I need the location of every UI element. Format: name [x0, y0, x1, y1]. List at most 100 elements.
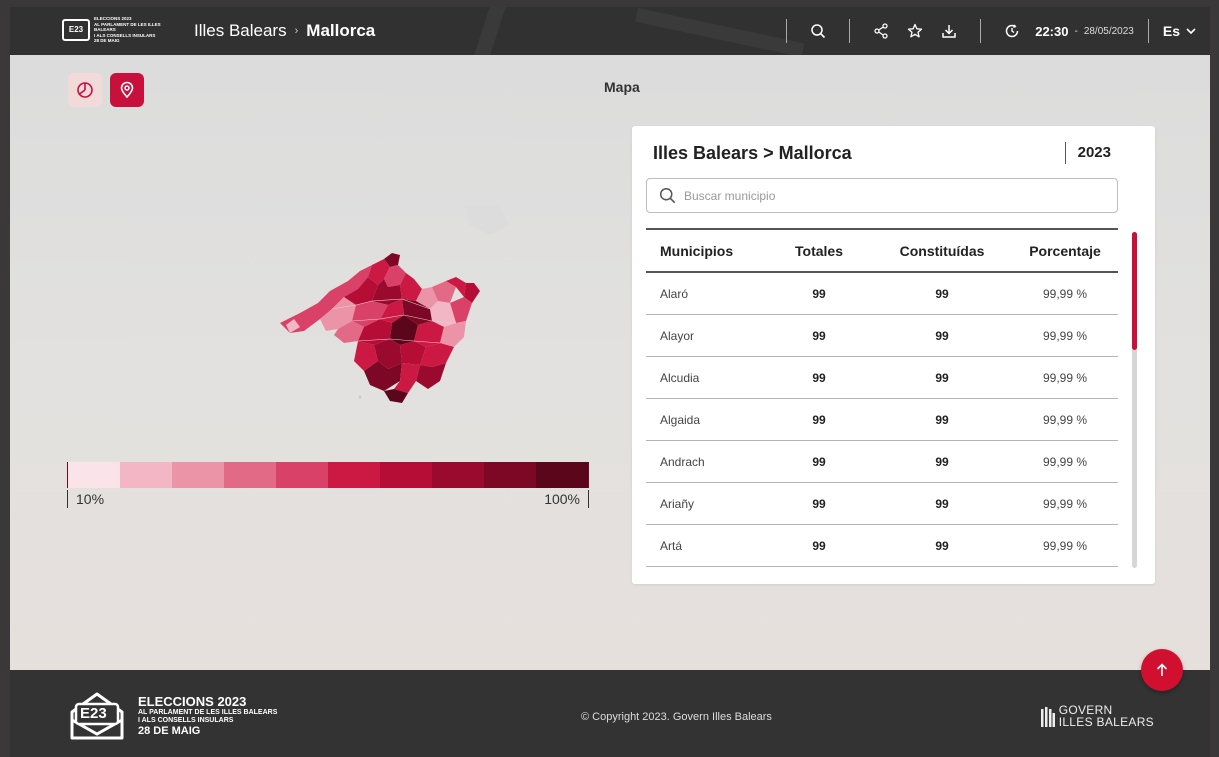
scrollbar-thumb[interactable] [1132, 232, 1137, 350]
column-header-constituidas[interactable]: Constituídas [872, 243, 1012, 259]
clock-icon [1001, 20, 1023, 42]
cell-constituidas: 99 [935, 328, 949, 343]
table-scrollbar[interactable] [1132, 232, 1137, 568]
cell-municipio: Alaró [660, 286, 689, 301]
table-row[interactable]: Alcudia 99 99 99,99 % [646, 357, 1118, 399]
language-label: Es [1162, 23, 1180, 39]
table-row[interactable]: Alayor 99 99 99,99 % [646, 315, 1118, 357]
cell-porcentaje: 99,99 % [1042, 496, 1088, 511]
municipality-shape[interactable] [416, 363, 446, 389]
color-legend: 10% 100% [67, 462, 589, 512]
arrow-up-icon [1156, 663, 1168, 676]
table-row[interactable]: Algaida 99 99 99,99 % [646, 399, 1118, 441]
breadcrumb-root[interactable]: Illes Balears [194, 21, 287, 41]
download-icon[interactable] [938, 20, 960, 42]
cell-constituidas: 99 [935, 454, 949, 469]
search-input[interactable] [684, 188, 1104, 203]
cell-constituidas: 99 [935, 496, 949, 511]
mallorca-map[interactable] [260, 205, 680, 445]
cell-porcentaje: 99,99 % [1042, 286, 1088, 301]
elections-logo[interactable]: E23 ELECCIONS 2023 AL PARLAMENT DE LES I… [62, 16, 164, 44]
govern-line: ILLES BALEARS [1058, 715, 1154, 729]
municipios-table: Municipios Totales Constituídas Porcenta… [646, 228, 1118, 567]
cell-constituidas: 99 [935, 412, 949, 427]
cell-municipio: Ariañy [660, 496, 695, 511]
scroll-to-top-button[interactable] [1141, 649, 1183, 691]
cell-porcentaje: 99,99 % [1042, 328, 1088, 343]
footer-logo-date: 28 DE MAIG [138, 724, 201, 737]
cell-municipio: Artá [660, 538, 683, 553]
language-selector[interactable]: Es [1163, 23, 1196, 39]
divider [1147, 19, 1149, 43]
column-header-municipios[interactable]: Municipios [646, 243, 766, 259]
cell-municipio: Alayor [660, 328, 695, 343]
table-header: Municipios Totales Constituídas Porcenta… [646, 228, 1118, 273]
cell-totales: 99 [812, 454, 826, 469]
cell-totales: 99 [812, 496, 826, 511]
header-decoration [463, 7, 557, 55]
date-separator: - [1074, 25, 1078, 37]
logo-mark: E23 [80, 705, 107, 722]
cell-totales: 99 [812, 286, 826, 301]
govern-text: GOVERN ILLES BALEARS [1059, 704, 1154, 728]
chart-view-button[interactable] [68, 73, 102, 107]
govern-emblem-icon [1040, 707, 1055, 727]
map-pin-icon [120, 81, 134, 99]
chevron-right-icon: › [294, 25, 299, 37]
govern-logo[interactable]: GOVERN ILLES BALEARS [1040, 704, 1154, 728]
app-frame: E23 ELECCIONS 2023 AL PARLAMENT DE LES I… [10, 7, 1210, 757]
view-title: Mapa [604, 79, 640, 95]
background-island [463, 205, 510, 235]
search-icon[interactable] [807, 20, 829, 42]
share-icon[interactable] [870, 20, 892, 42]
cell-constituidas: 99 [935, 370, 949, 385]
footer: E23 ELECCIONS 2023 AL PARLAMENT DE LES I… [10, 670, 1210, 757]
legend-swatch [224, 462, 276, 488]
legend-min-label: 10% [67, 490, 104, 508]
logo-line: AL PARLAMENT DE LES ILLES BALEARS [94, 21, 161, 33]
legend-swatch [432, 462, 484, 488]
footer-logo-line: AL PARLAMENT DE LES ILLES BALEARS [138, 708, 278, 716]
cell-porcentaje: 99,99 % [1042, 454, 1088, 469]
column-header-porcentaje[interactable]: Porcentaje [1012, 243, 1118, 259]
cell-totales: 99 [812, 538, 826, 553]
search-box[interactable] [646, 178, 1118, 213]
cell-totales: 99 [812, 370, 826, 385]
header-actions: 22:30 - 28/05/2023 Es [772, 7, 1196, 55]
legend-swatch [68, 462, 120, 488]
footer-logo-text: ELECCIONS 2023 AL PARLAMENT DE LES ILLES… [138, 693, 278, 738]
breadcrumb-current: Mallorca [306, 21, 376, 40]
legend-swatch [536, 462, 588, 488]
legend-swatch [120, 462, 172, 488]
footer-logo-line: I ALS CONSELLS INSULARS [138, 716, 234, 724]
municipios-panel: Illes Balears > Mallorca 2023 Municipios… [632, 126, 1155, 584]
legend-swatch [276, 462, 328, 488]
islet [358, 395, 362, 399]
cell-municipio: Alcudia [660, 370, 700, 385]
column-header-totales[interactable]: Totales [766, 243, 872, 259]
table-row[interactable]: Andrach 99 99 99,99 % [646, 441, 1118, 483]
footer-logo[interactable]: E23 ELECCIONS 2023 AL PARLAMENT DE LES I… [68, 690, 277, 742]
update-date: 28/05/2023 [1083, 25, 1134, 37]
envelope-logo-icon: E23 [68, 690, 126, 742]
footer-logo-title: ELECCIONS 2023 [138, 693, 247, 709]
logo-line: 28 DE MAIG [94, 38, 120, 43]
table-row[interactable]: Alaró 99 99 99,99 % [646, 273, 1118, 315]
cell-totales: 99 [812, 412, 826, 427]
star-icon[interactable] [904, 20, 926, 42]
panel-year: 2023 [1064, 142, 1111, 164]
cell-constituidas: 99 [935, 286, 949, 301]
table-row[interactable]: Artá 99 99 99,99 % [646, 525, 1118, 567]
map-view-button[interactable] [110, 73, 144, 107]
logo-mark: E23 [68, 25, 84, 35]
cell-municipio: Andrach [660, 454, 705, 469]
divider [980, 19, 982, 43]
legend-max-label: 100% [544, 490, 589, 508]
divider [849, 19, 851, 43]
cell-totales: 99 [812, 328, 826, 343]
legend-swatch [328, 462, 380, 488]
chevron-down-icon [1186, 28, 1196, 35]
copyright-text: © Copyright 2023. Govern Illes Balears [581, 711, 772, 723]
table-row[interactable]: Ariañy 99 99 99,99 % [646, 483, 1118, 525]
legend-labels: 10% 100% [67, 488, 589, 512]
